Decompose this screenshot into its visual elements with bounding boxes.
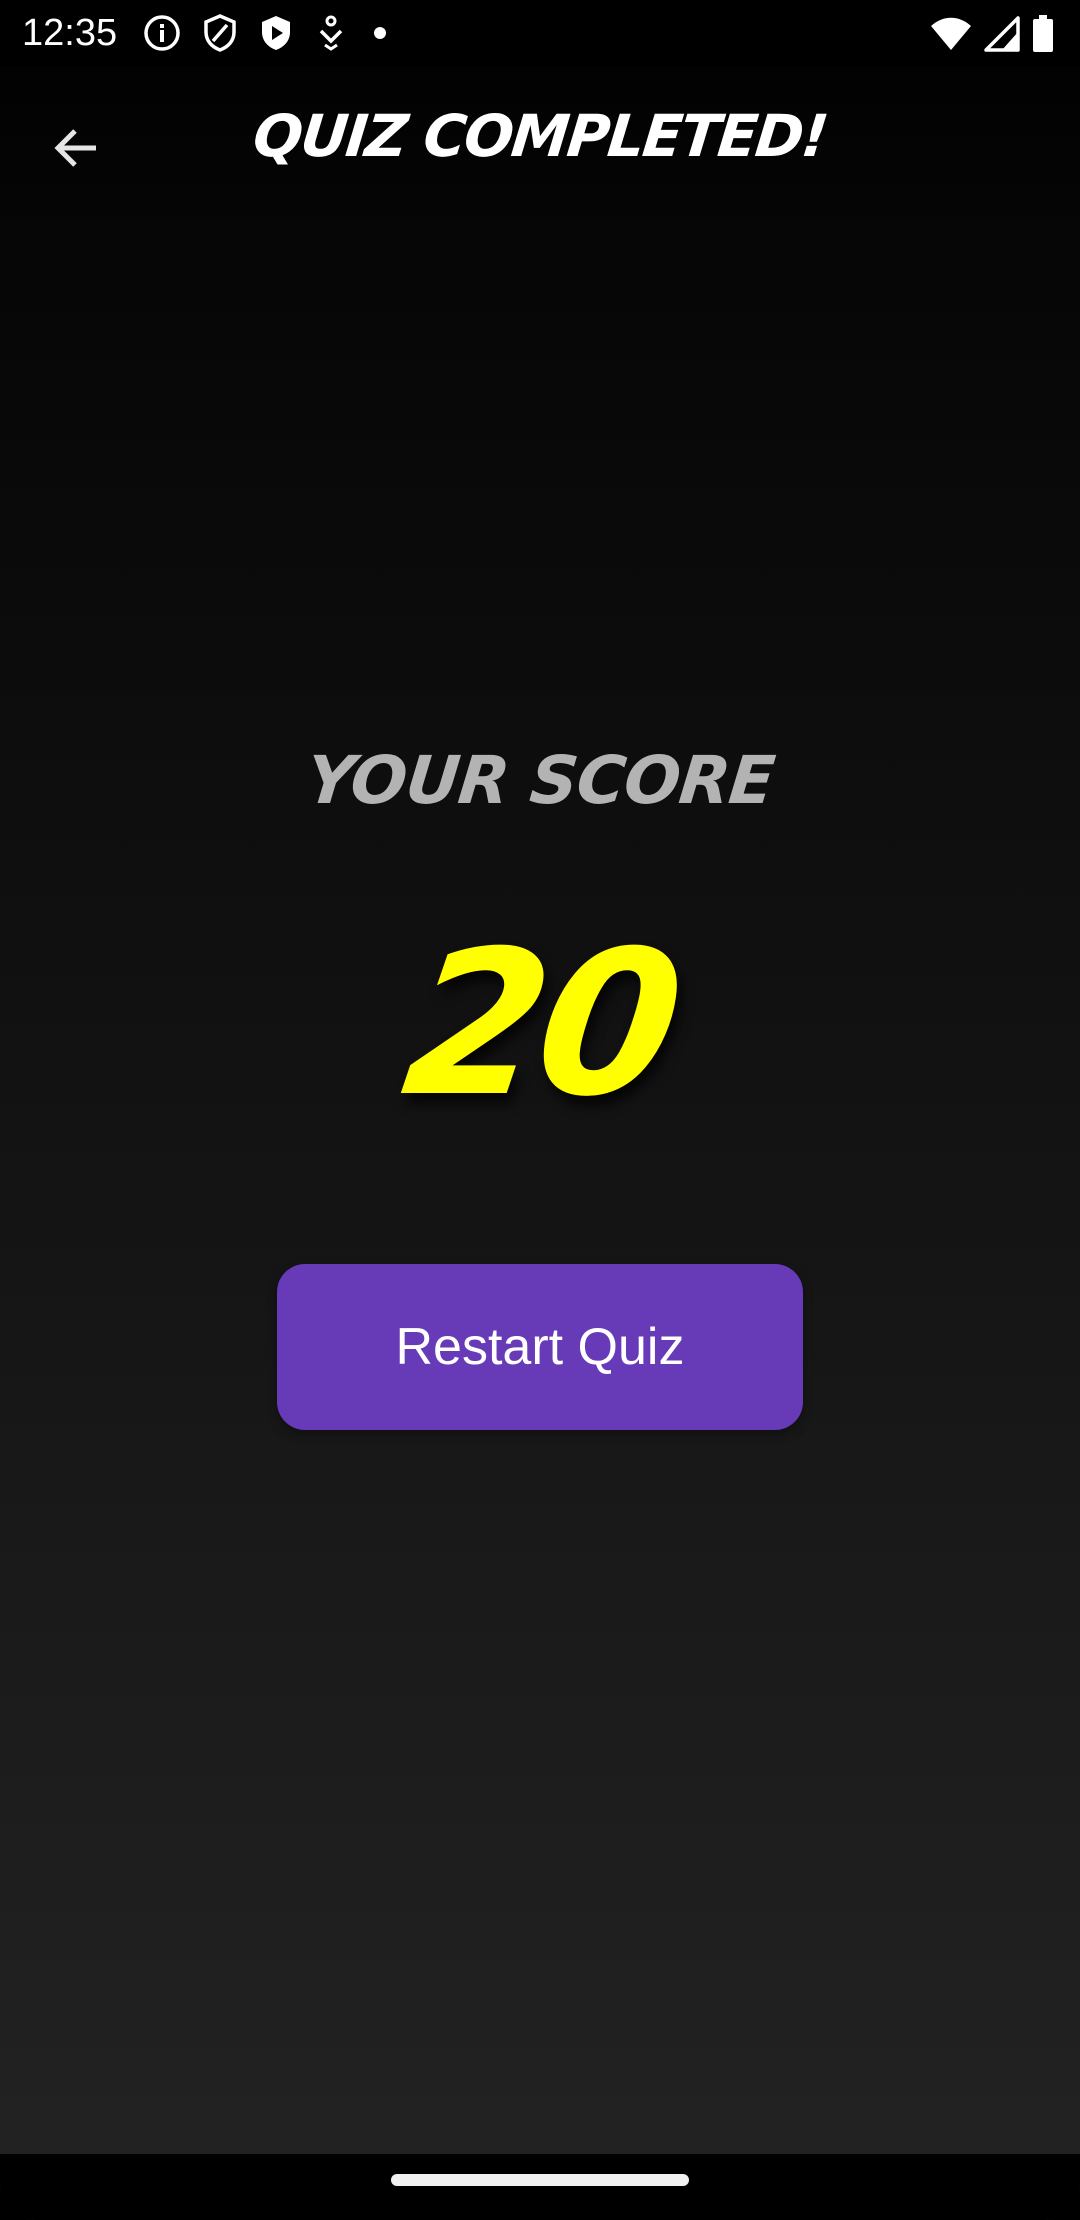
status-time: 12:35 [22,12,118,54]
page-title: QUIZ COMPLETED! [250,102,830,170]
status-bar: 12:35 [0,0,1080,66]
quiz-result-screen: 12:35 QUIZ COMPLETED! YOUR SCORE 20 Rest… [0,0,1080,2220]
home-gesture-handle[interactable] [391,2174,689,2186]
app-bar: QUIZ COMPLETED! [0,66,1080,220]
score-label: YOUR SCORE [302,742,778,819]
wifi-icon [931,17,971,50]
navigation-bar [0,2154,1080,2220]
signal-icon [984,16,1020,52]
notification-icons [142,12,392,54]
system-icons [930,14,1054,54]
info-icon [144,15,180,51]
accessibility-icon [319,15,343,51]
restart-quiz-button[interactable]: Restart Quiz [277,1264,803,1430]
score-value: 20 [392,908,688,1141]
shield-icon [204,14,236,52]
battery-icon [1033,15,1053,52]
dot-icon [374,27,386,39]
play-shield-icon [262,16,290,50]
